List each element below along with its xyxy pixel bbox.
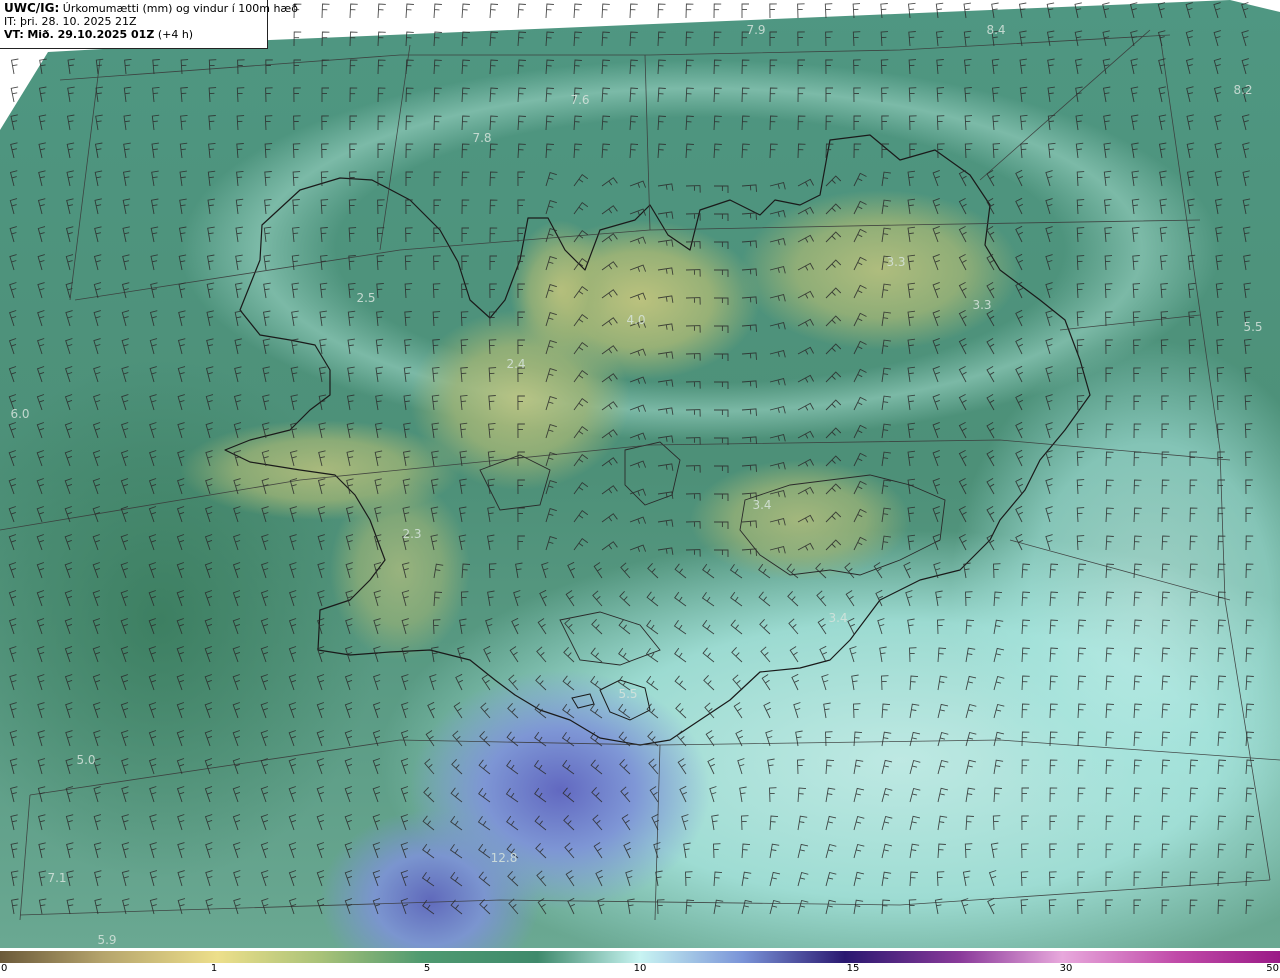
product-title: Úrkomumætti (mm) og vindur í 100m hæð bbox=[62, 2, 298, 15]
map-value-label: 3.4 bbox=[752, 498, 772, 512]
map-value-label: 4.0 bbox=[626, 313, 646, 327]
colorbar-ticks: 0 1 5 10 15 30 50 bbox=[0, 960, 1280, 978]
map-value-label: 2.3 bbox=[402, 527, 422, 541]
colorbar-tick: 50 bbox=[1266, 963, 1279, 974]
map-canvas bbox=[0, 0, 1280, 948]
map-value-label: 8.4 bbox=[986, 23, 1006, 37]
valid-time-offset: (+4 h) bbox=[157, 28, 194, 41]
colorbar-tick: 0 bbox=[1, 963, 8, 974]
map-value-label: 6.0 bbox=[10, 407, 30, 421]
info-issue-time: IT: þri. 28. 10. 2025 21Z bbox=[4, 15, 137, 28]
forecast-info-box: UWC/IG: Úrkomumætti (mm) og vindur í 100… bbox=[0, 0, 298, 49]
colorbar-tick: 5 bbox=[423, 963, 431, 974]
map-value-label: 2.5 bbox=[356, 291, 376, 305]
map-value-label: 3.4 bbox=[828, 611, 848, 625]
map-value-label: 12.8 bbox=[490, 851, 518, 865]
info-valid-time: VT: Mið. 29.10.2025 01Z (+4 h) bbox=[4, 28, 194, 41]
model-name: UWC/IG: bbox=[4, 1, 60, 15]
colorbar-tick: 10 bbox=[633, 963, 647, 974]
map-value-label: 5.0 bbox=[76, 753, 96, 767]
forecast-map: UWC/IG: Úrkomumætti (mm) og vindur í 100… bbox=[0, 0, 1280, 948]
issue-time-value: þri. 28. 10. 2025 21Z bbox=[19, 15, 137, 28]
map-value-label: 7.8 bbox=[472, 131, 492, 145]
map-value-label: 5.5 bbox=[1243, 320, 1263, 334]
precipitation-colorbar bbox=[0, 948, 1280, 963]
colorbar-tick: 1 bbox=[210, 963, 218, 974]
map-value-label: 5.5 bbox=[618, 687, 638, 701]
map-value-label: 3.3 bbox=[972, 298, 992, 312]
map-value-label: 7.9 bbox=[746, 23, 766, 37]
info-title-line: UWC/IG: Úrkomumætti (mm) og vindur í 100… bbox=[4, 1, 298, 16]
map-value-label: 8.2 bbox=[1233, 83, 1253, 97]
map-value-label: 7.6 bbox=[570, 93, 590, 107]
valid-time-value: Mið. 29.10.2025 01Z bbox=[27, 28, 155, 41]
colorbar-tick: 15 bbox=[846, 963, 860, 974]
map-value-label: 7.1 bbox=[47, 871, 67, 885]
colorbar-tick: 30 bbox=[1059, 963, 1073, 974]
map-value-label: 3.3 bbox=[886, 255, 906, 269]
map-value-label: 2.4 bbox=[506, 357, 526, 371]
map-value-label: 5.9 bbox=[97, 933, 117, 947]
